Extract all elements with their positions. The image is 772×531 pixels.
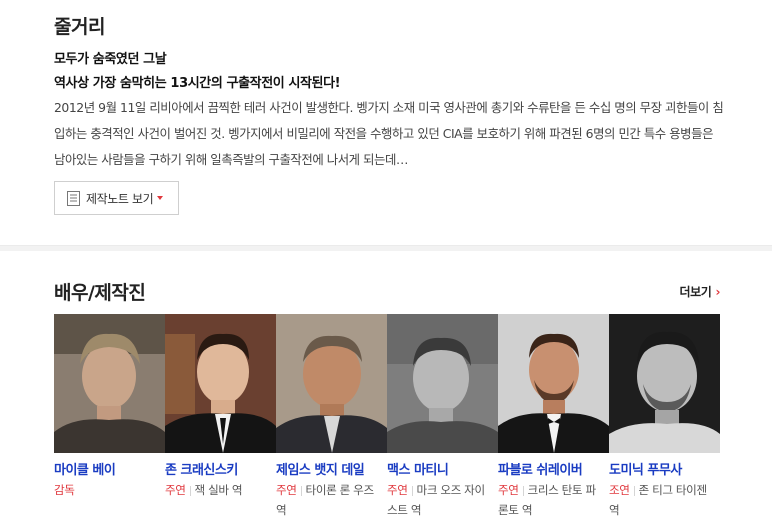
role-type: 주연 [165,483,186,497]
cast-role: 주연 마크 오즈 자이스트 역 [387,480,491,520]
cast-name[interactable]: 도미닉 푸무사 [609,459,682,478]
role-type: 감독 [54,483,75,497]
cast-name[interactable]: 맥스 마티니 [387,459,449,478]
cast-photo[interactable] [498,314,609,453]
cast-title: 배우/제작진 [54,282,146,304]
cast-photo[interactable] [387,314,498,453]
cast-card[interactable]: 존 크래신스키 주연 잭 실바 역 [165,314,276,531]
synopsis-title: 줄거리 [54,16,105,38]
cast-photo[interactable] [609,314,720,453]
caret-down-icon [157,196,164,200]
synopsis-tagline: 모두가 숨죽였던 그날 [54,52,167,67]
more-link[interactable]: 더보기 › [679,283,721,300]
more-link-label: 더보기 [679,285,712,299]
cast-name[interactable]: 파블로 쉬레이버 [498,459,583,478]
cast-role: 감독 [54,480,158,500]
synopsis-section: 줄거리 모두가 숨죽였던 그날 역사상 가장 숨막히는 13시간의 구출작전이 … [0,0,772,245]
role-name: 잭 실바 역 [194,483,243,497]
chevron-right-icon: › [715,284,720,299]
cast-role: 주연 타이론 론 우즈 역 [276,480,380,520]
section-divider [0,245,772,251]
cast-name[interactable]: 존 크래신스키 [165,459,238,478]
cast-photo[interactable] [54,314,165,453]
role-type: 주연 [387,483,408,497]
synopsis-headline: 역사상 가장 숨막히는 13시간의 구출작전이 시작된다! [54,76,341,91]
cast-card[interactable]: 마이클 베이 감독 [54,314,165,531]
cast-card[interactable]: 도미닉 푸무사 조연 존 티그 타이젠 역 [609,314,720,531]
cast-card[interactable]: 파블로 쉬레이버 주연 크리스 탄토 파론토 역 [498,314,609,531]
cast-card[interactable]: 제임스 뱃지 데일 주연 타이론 론 우즈 역 [276,314,387,531]
cast-role: 주연 잭 실바 역 [165,480,269,500]
role-type: 주연 [276,483,297,497]
cast-role: 주연 크리스 탄토 파론토 역 [498,480,602,520]
document-icon [67,190,80,206]
cast-list: 마이클 베이 감독 존 크래신스키 주연 잭 실바 역 제임스 뱃지 데일 주연… [54,314,720,531]
synopsis-body: 2012년 9월 11일 리비아에서 끔찍한 테러 사건이 발생한다. 벵가지 … [54,100,724,167]
production-note-button[interactable]: 제작노트 보기 [54,181,179,215]
cast-photo[interactable] [165,314,276,453]
cast-name[interactable]: 제임스 뱃지 데일 [276,459,365,478]
cast-card[interactable]: 맥스 마티니 주연 마크 오즈 자이스트 역 [387,314,498,531]
role-type: 조연 [609,483,630,497]
cast-name[interactable]: 마이클 베이 [54,459,116,478]
role-type: 주연 [498,483,519,497]
cast-role: 조연 존 티그 타이젠 역 [609,480,713,520]
cast-photo[interactable] [276,314,387,453]
production-note-label: 제작노트 보기 [86,191,154,206]
